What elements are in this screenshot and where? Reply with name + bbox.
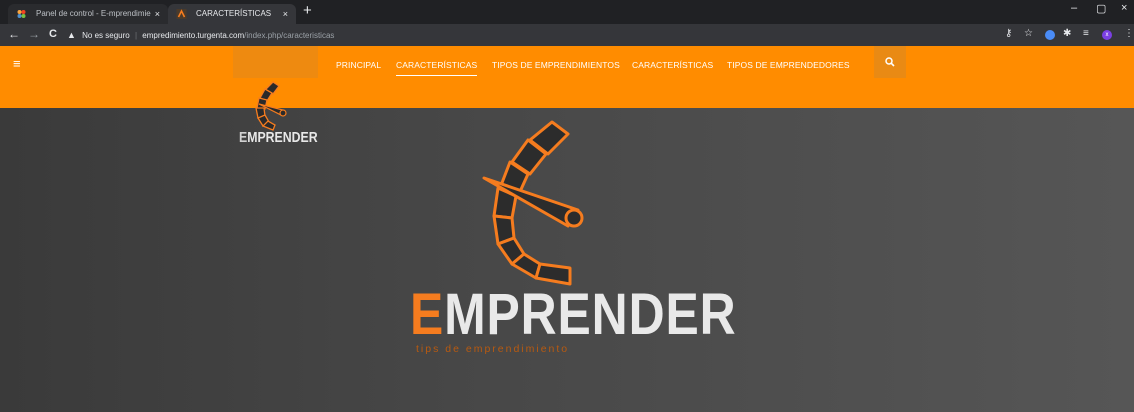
small-logo-rest: MPRENDER	[247, 129, 318, 146]
browser-tabstrip: Panel de control - E-mprendimie × CARACT…	[0, 0, 1134, 24]
menu-item-principal[interactable]: PRINCIPAL	[336, 60, 381, 70]
joomla-icon	[17, 10, 26, 18]
menu-item-tipos-emprendedores[interactable]: TIPOS DE EMPRENDEDORES	[727, 60, 850, 70]
reload-button[interactable]: C	[49, 28, 57, 40]
tab-close-icon[interactable]: ×	[283, 4, 288, 24]
menu-item-caracteristicas-2[interactable]: CARACTERÍSTICAS	[632, 60, 713, 70]
address-host: empredimiento.turgenta.com	[142, 31, 245, 40]
large-logo-rest: MPRENDER	[444, 282, 737, 347]
menu-icon[interactable]: ⋮	[1124, 28, 1134, 39]
security-label: No es seguro	[82, 31, 130, 40]
playlist-icon[interactable]: ≡	[1083, 28, 1089, 39]
menu-item-tipos-emprendimientos[interactable]: TIPOS DE EMPRENDIMIENTOS	[492, 60, 620, 70]
address-path: /index.php/caracteristicas	[244, 31, 335, 40]
browser-toolbar: ← → C ▲ No es seguro | empredimiento.tur…	[0, 24, 1134, 46]
forward-button[interactable]: →	[28, 27, 40, 41]
key-icon[interactable]: ⚷	[1005, 28, 1012, 39]
back-button[interactable]: ←	[8, 27, 20, 41]
puzzle-icon[interactable]: ✱	[1063, 28, 1071, 39]
tab-title: CARACTERÍSTICAS	[196, 9, 272, 18]
large-logo-first-letter: E	[410, 282, 445, 347]
address-separator: |	[134, 31, 138, 40]
profile-icon[interactable]: x	[1102, 30, 1112, 40]
new-tab-button[interactable]: +	[303, 2, 312, 19]
address-bar[interactable]: ▲ No es seguro | empredimiento.turgenta.…	[67, 27, 997, 43]
menu-item-caracteristicas[interactable]: CARACTERÍSTICAS	[396, 60, 478, 76]
small-logo-wordmark: EMPRENDER	[239, 129, 318, 146]
site-favicon-icon	[176, 9, 187, 19]
window-close-button[interactable]: ×	[1121, 2, 1127, 14]
tab-close-icon[interactable]: ×	[155, 4, 160, 24]
nav-logo-area	[233, 46, 318, 78]
search-button[interactable]	[874, 46, 906, 78]
browser-tab-caracteristicas[interactable]: CARACTERÍSTICAS ×	[168, 4, 296, 24]
small-logo-first-letter: E	[239, 129, 248, 146]
emprender-logo-large-icon	[482, 120, 584, 286]
logo-tagline: tips de emprendimiento	[416, 343, 570, 355]
browser-tab-panel[interactable]: Panel de control - E-mprendimie ×	[8, 4, 168, 24]
minimize-button[interactable]: –	[1071, 2, 1077, 14]
large-logo-wordmark: EMPRENDER	[410, 286, 736, 344]
star-icon[interactable]: ☆	[1024, 28, 1033, 39]
search-icon	[885, 57, 895, 67]
tab-title: Panel de control - E-mprendimie	[36, 9, 151, 18]
maximize-button[interactable]: ▢	[1096, 2, 1106, 15]
extension-icon[interactable]	[1045, 30, 1055, 40]
hamburger-menu-icon[interactable]: ≡	[13, 56, 21, 71]
site-navbar: ≡ PRINCIPAL CARACTERÍSTICAS TIPOS DE EMP…	[0, 46, 1134, 108]
warning-icon: ▲	[67, 30, 76, 40]
